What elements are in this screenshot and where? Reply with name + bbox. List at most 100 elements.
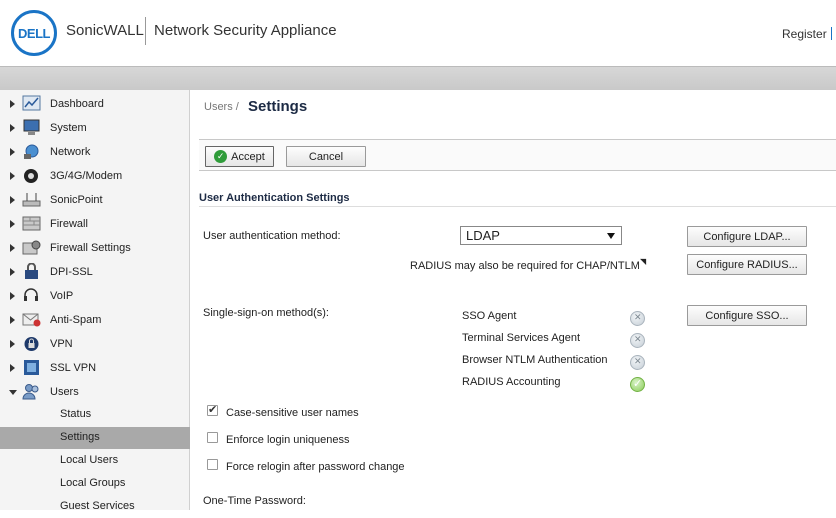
sidebar-item-firewall[interactable]: Firewall bbox=[0, 212, 190, 236]
force-relogin-checkbox[interactable] bbox=[207, 459, 218, 470]
expand-arrow-icon[interactable] bbox=[10, 124, 15, 132]
sso-method-radius-accounting: RADIUS Accounting bbox=[462, 376, 561, 388]
sidebar-subitem-label: Guest Services bbox=[60, 500, 135, 512]
access-point-icon bbox=[22, 193, 41, 207]
force-relogin-label: Force relogin after password change bbox=[226, 461, 405, 473]
expand-arrow-icon[interactable] bbox=[10, 244, 15, 252]
sidebar-item-anti-spam[interactable]: Anti-Spam bbox=[0, 308, 190, 332]
sidebar-item-dashboard[interactable]: Dashboard bbox=[0, 92, 190, 116]
expand-arrow-icon[interactable] bbox=[10, 292, 15, 300]
sidebar-item-ssl-vpn[interactable]: SSL VPN bbox=[0, 356, 190, 380]
expand-arrow-icon[interactable] bbox=[10, 148, 15, 156]
sidebar-item-network[interactable]: Network bbox=[0, 140, 190, 164]
sidebar-item-label: DPI-SSL bbox=[50, 266, 93, 278]
radius-note: RADIUS may also be required for CHAP/NTL… bbox=[410, 260, 640, 272]
enforce-uniqueness-checkbox[interactable] bbox=[207, 432, 218, 443]
expand-arrow-icon[interactable] bbox=[10, 268, 15, 276]
sso-method-terminal-services: Terminal Services Agent bbox=[462, 332, 580, 344]
cancel-button[interactable]: Cancel bbox=[286, 146, 366, 167]
modem-icon bbox=[24, 169, 38, 183]
expand-arrow-icon[interactable] bbox=[10, 172, 15, 180]
chevron-down-icon bbox=[607, 233, 615, 239]
sidebar-item-label: Network bbox=[50, 146, 91, 158]
disabled-status-icon bbox=[630, 311, 645, 326]
toolbar: ✓ Accept Cancel bbox=[199, 139, 836, 171]
sidebar-item-sonicpoint[interactable]: SonicPoint bbox=[0, 188, 190, 212]
section-title: User Authentication Settings bbox=[199, 192, 350, 204]
auth-method-label: User authentication method: bbox=[203, 230, 341, 242]
mail-icon bbox=[22, 313, 41, 327]
dell-logo: DELL bbox=[11, 10, 57, 56]
sidebar-item-label: Firewall Settings bbox=[50, 242, 131, 254]
sidebar-subitem-local-groups[interactable]: Local Groups bbox=[0, 473, 190, 495]
sidebar-subitem-label: Status bbox=[60, 408, 92, 420]
sidebar-item-label: VoIP bbox=[50, 290, 74, 302]
sidebar-subitem-local-users[interactable]: Local Users bbox=[0, 450, 190, 472]
brand-name: SonicWALL bbox=[66, 22, 144, 39]
expand-arrow-icon[interactable] bbox=[10, 340, 15, 348]
network-icon bbox=[24, 144, 39, 159]
header-divider bbox=[831, 27, 832, 40]
sso-methods-label: Single-sign-on method(s): bbox=[203, 307, 329, 319]
expand-arrow-icon[interactable] bbox=[10, 196, 15, 204]
configure-radius-button[interactable]: Configure RADIUS... bbox=[687, 254, 807, 275]
logo-text: DELL bbox=[18, 25, 50, 41]
expand-arrow-icon[interactable] bbox=[10, 100, 15, 108]
enforce-uniqueness-label: Enforce login uniqueness bbox=[226, 434, 350, 446]
auth-method-value: LDAP bbox=[466, 228, 500, 243]
headset-icon bbox=[24, 288, 38, 301]
sidebar-subitem-settings[interactable]: Settings bbox=[0, 427, 190, 449]
sidebar-subitem-label: Local Groups bbox=[60, 477, 126, 489]
section-divider bbox=[199, 206, 836, 207]
sidebar-subitem-label: Local Users bbox=[60, 454, 119, 466]
sidebar-subitem-guest-services[interactable]: Guest Services bbox=[0, 496, 190, 518]
check-icon: ✓ bbox=[214, 150, 228, 163]
dashboard-icon bbox=[22, 95, 41, 111]
case-sensitive-checkbox[interactable] bbox=[207, 403, 218, 416]
sidebar-subitem-status[interactable]: Status bbox=[0, 404, 190, 426]
monitor-icon bbox=[23, 119, 40, 135]
note-marker: ◥ bbox=[640, 257, 647, 266]
configure-sso-button[interactable]: Configure SSO... bbox=[687, 305, 807, 326]
expand-arrow-icon[interactable] bbox=[10, 316, 15, 324]
firewall-settings-icon bbox=[22, 240, 41, 255]
vpn-lock-icon bbox=[24, 337, 39, 351]
sidebar-item-voip[interactable]: VoIP bbox=[0, 284, 190, 308]
breadcrumb[interactable]: Users / bbox=[204, 101, 239, 113]
sso-method-sso-agent: SSO Agent bbox=[462, 310, 517, 322]
collapse-arrow-icon[interactable] bbox=[9, 390, 17, 395]
enabled-status-icon bbox=[630, 377, 645, 392]
auth-method-select[interactable]: LDAP bbox=[460, 226, 622, 245]
product-name: Network Security Appliance bbox=[154, 22, 337, 39]
header: DELL SonicWALL Network Security Applianc… bbox=[0, 0, 836, 66]
sidebar-item-firewall-settings[interactable]: Firewall Settings bbox=[0, 236, 190, 260]
sidebar-item-label: Dashboard bbox=[50, 98, 104, 110]
sso-method-browser-ntlm: Browser NTLM Authentication bbox=[462, 354, 608, 366]
register-link[interactable]: Register bbox=[782, 27, 827, 41]
sidebar-item-dpi-ssl[interactable]: DPI-SSL bbox=[0, 260, 190, 284]
sidebar: Dashboard System Network 3G/4G/Modem Son… bbox=[0, 90, 190, 512]
expand-arrow-icon[interactable] bbox=[10, 220, 15, 228]
users-icon bbox=[22, 384, 39, 400]
otp-label: One-Time Password: bbox=[203, 495, 306, 507]
accept-label: Accept bbox=[231, 150, 265, 163]
sidebar-item-label: 3G/4G/Modem bbox=[50, 170, 123, 182]
sidebar-item-system[interactable]: System bbox=[0, 116, 190, 140]
sidebar-item-label: Users bbox=[50, 386, 79, 398]
disabled-status-icon bbox=[630, 355, 645, 370]
lock-icon bbox=[25, 263, 38, 279]
disabled-status-icon bbox=[630, 333, 645, 348]
page-title: Settings bbox=[248, 98, 308, 115]
sidebar-item-modem[interactable]: 3G/4G/Modem bbox=[0, 164, 190, 188]
configure-ldap-button[interactable]: Configure LDAP... bbox=[687, 226, 807, 247]
sidebar-item-vpn[interactable]: VPN bbox=[0, 332, 190, 356]
case-sensitive-label: Case-sensitive user names bbox=[226, 407, 359, 419]
sidebar-item-users[interactable]: Users bbox=[0, 380, 190, 404]
sidebar-item-label: VPN bbox=[50, 338, 73, 350]
sidebar-item-label: Anti-Spam bbox=[50, 314, 102, 326]
accept-button[interactable]: ✓ Accept bbox=[205, 146, 274, 167]
sidebar-subitem-label: Settings bbox=[60, 431, 100, 443]
expand-arrow-icon[interactable] bbox=[10, 364, 15, 372]
sidebar-item-label: Firewall bbox=[50, 218, 88, 230]
sidebar-item-label: SonicPoint bbox=[50, 194, 103, 206]
